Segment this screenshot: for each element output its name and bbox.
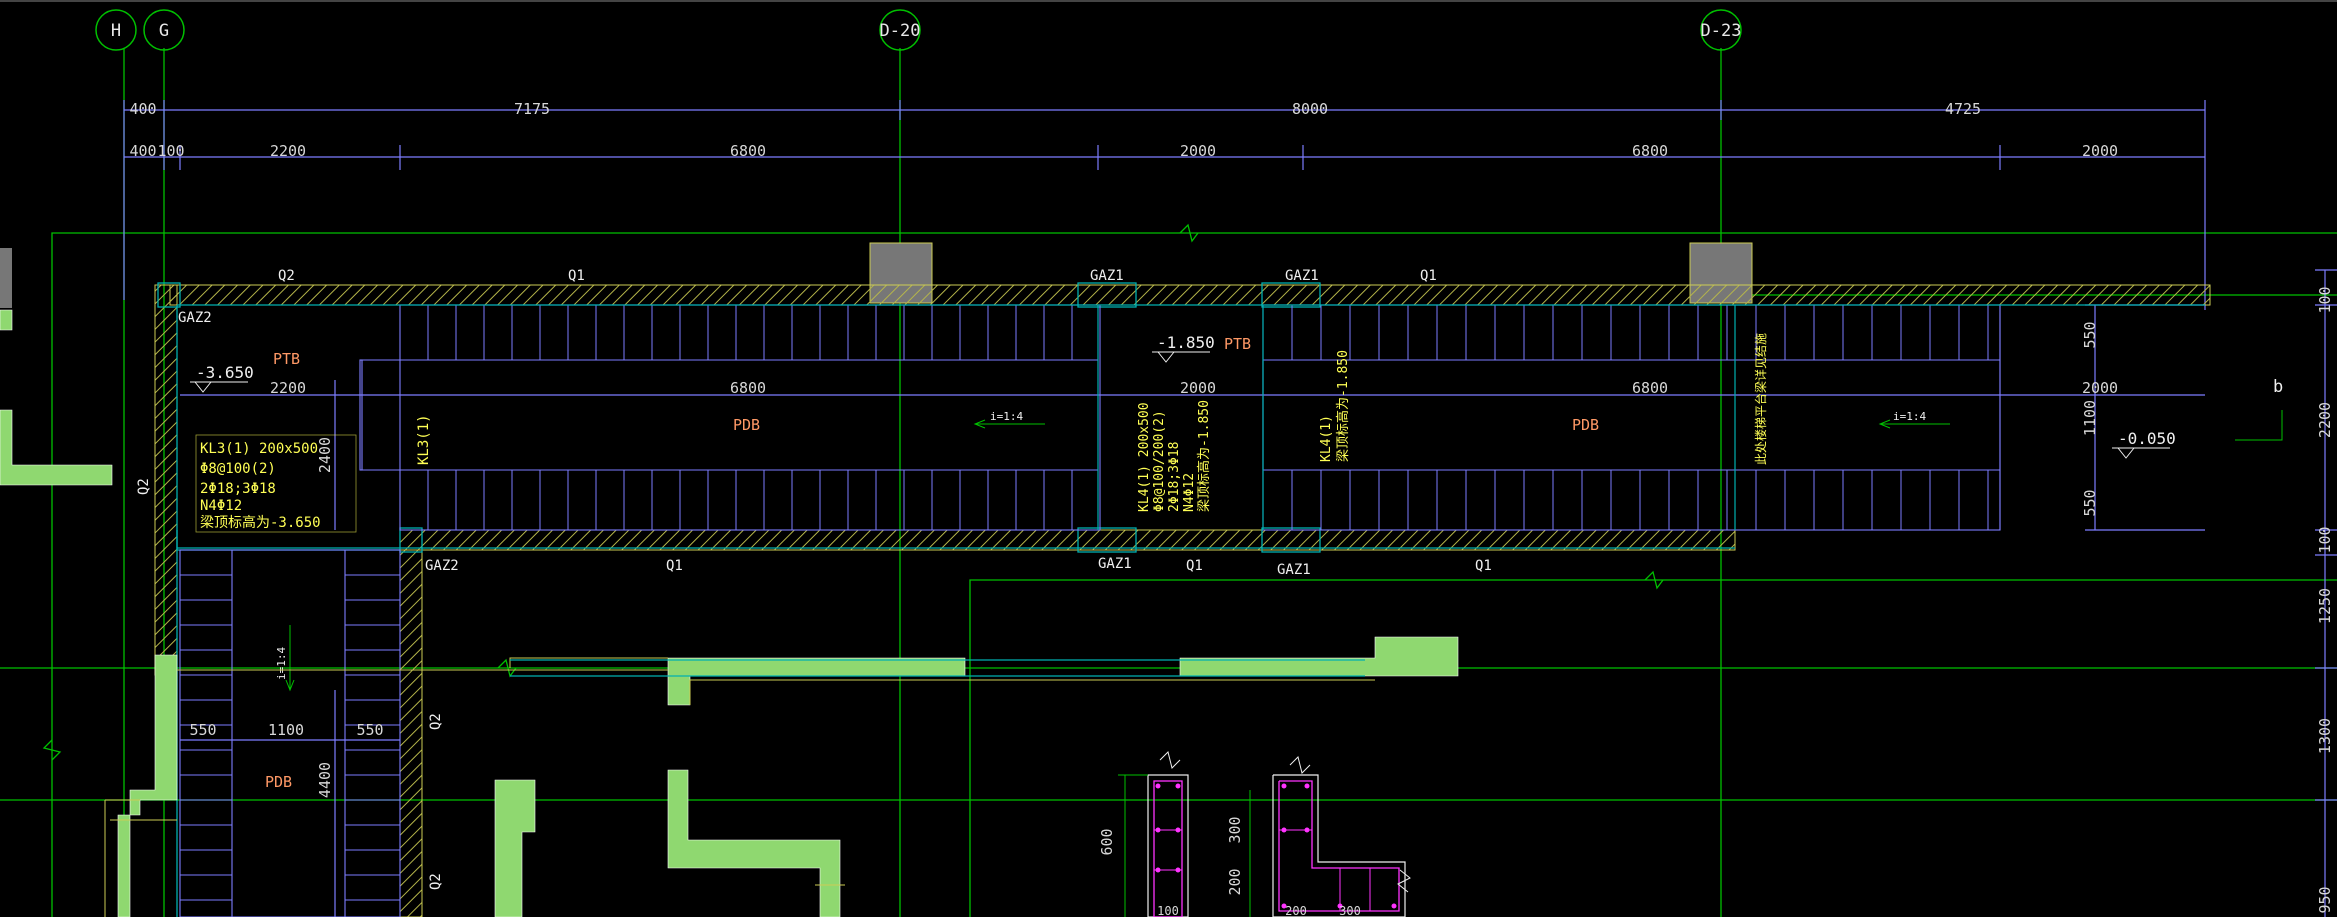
- svg-text:Φ8@100/200(2): Φ8@100/200(2): [1152, 410, 1167, 512]
- dim-mid-5: 2000: [2082, 379, 2118, 397]
- slope-arrow-left: i=1:4: [973, 410, 1045, 429]
- svg-text:梁顶标高为-3.650: 梁顶标高为-3.650: [200, 514, 321, 531]
- label-q1-bottom-mid: Q1: [1186, 558, 1203, 574]
- elevation-3650: -3.650: [190, 363, 254, 393]
- dim-far-100a: 100: [2316, 286, 2334, 313]
- svg-text:2Φ18;3Φ18: 2Φ18;3Φ18: [1167, 442, 1182, 512]
- label-ptb-left: PTB: [273, 350, 300, 368]
- svg-text:2Φ18;3Φ18: 2Φ18;3Φ18: [200, 481, 276, 497]
- label-q2-lower-2: Q2: [428, 873, 444, 890]
- label-q2-top: Q2: [278, 268, 295, 284]
- dim-far-950: 950: [2316, 886, 2334, 913]
- dim-far-1300: 1300: [2316, 718, 2334, 754]
- dim-left-4400: 4400: [316, 762, 334, 798]
- label-pdb-lower: PDB: [265, 773, 292, 791]
- dim-right-550b: 550: [2081, 489, 2099, 516]
- axis-bubble-G: G: [143, 9, 185, 51]
- svg-text:H: H: [111, 21, 121, 41]
- kl4-short-annotation: KL4(1) 梁顶标高为-1.850: [1319, 350, 1351, 462]
- dim-row2-1: 400: [129, 142, 156, 160]
- svg-text:b: b: [2273, 377, 2283, 397]
- column-left-edge: [0, 248, 12, 308]
- dim-row2-5: 2000: [1180, 142, 1216, 160]
- dim-top-2: 7175: [514, 100, 550, 118]
- dim-mid-2: 6800: [730, 379, 766, 397]
- svg-text:i=1:4: i=1:4: [275, 647, 288, 680]
- dim-detail-300b: 300: [1339, 904, 1361, 917]
- dim-detail-200: 200: [1226, 868, 1244, 895]
- slope-arrow-vertical: i=1:4: [275, 625, 295, 692]
- svg-text:i=1:4: i=1:4: [990, 410, 1023, 423]
- label-q1-bottom-right: Q1: [1475, 558, 1492, 574]
- svg-text:i=1:4: i=1:4: [1893, 410, 1926, 423]
- dim-detail-300: 300: [1226, 816, 1244, 843]
- label-pdb-right: PDB: [1572, 416, 1599, 434]
- label-q2-lower-1: Q2: [428, 713, 444, 730]
- axis-bubble-D-20: D-20: [879, 9, 921, 51]
- dim-far-2200: 2200: [2316, 402, 2334, 438]
- svg-text:G: G: [159, 21, 169, 41]
- label-gaz2-bottom: GAZ2: [425, 558, 459, 574]
- kl4-annotation: KL4(1) 200x500 Φ8@100/200(2) 2Φ18;3Φ18 N…: [1137, 400, 1212, 512]
- dim-detail-100: 100: [1157, 904, 1179, 917]
- dim-detail-200b: 200: [1285, 904, 1307, 917]
- dim-right-550a: 550: [2081, 321, 2099, 348]
- dim-bl-2: 1100: [268, 721, 304, 739]
- svg-text:N4Φ12: N4Φ12: [1182, 473, 1197, 512]
- label-kl3: KL3(1): [416, 414, 432, 465]
- elevation-1850: -1.850: [1152, 333, 1215, 363]
- svg-text:D-20: D-20: [880, 21, 921, 41]
- dim-row2-3: 2200: [270, 142, 306, 160]
- svg-text:-0.050: -0.050: [2118, 429, 2176, 448]
- axis-bubble-D-23: D-23: [1700, 9, 1742, 51]
- dim-detail-600: 600: [1098, 828, 1116, 855]
- svg-text:-3.650: -3.650: [196, 363, 254, 382]
- slope-arrow-right: i=1:4: [1878, 410, 1950, 429]
- dim-row2-7: 2000: [2082, 142, 2118, 160]
- cad-drawing-canvas[interactable]: H G D-20 D-23 400 7175 8000 4725 400 100…: [0, 0, 2337, 917]
- label-pdb-left: PDB: [733, 416, 760, 434]
- label-q2-left: Q2: [136, 478, 152, 495]
- svg-text:Φ8@100(2): Φ8@100(2): [200, 461, 276, 477]
- svg-text:梁顶标高为-1.850: 梁顶标高为-1.850: [1335, 350, 1351, 462]
- dim-far-100b: 100: [2316, 526, 2334, 553]
- dim-bl-3: 550: [356, 721, 383, 739]
- axis-bubble-H: H: [95, 9, 137, 51]
- dim-row2-6: 6800: [1632, 142, 1668, 160]
- dim-mid-1: 2200: [270, 379, 306, 397]
- dim-right-1100: 1100: [2081, 400, 2099, 436]
- svg-text:-1.850: -1.850: [1157, 333, 1215, 352]
- dim-left-2400: 2400: [316, 437, 334, 473]
- label-gaz1-c: GAZ1: [1098, 556, 1132, 572]
- label-q1-top-right: Q1: [1420, 268, 1437, 284]
- dim-top-3: 8000: [1292, 100, 1328, 118]
- label-gaz1-d: GAZ1: [1277, 562, 1311, 578]
- detail-section-1: [1118, 751, 1189, 917]
- dim-mid-4: 6800: [1632, 379, 1668, 397]
- svg-text:KL4(1) 200x500: KL4(1) 200x500: [1137, 402, 1152, 512]
- label-gaz1-a: GAZ1: [1090, 268, 1124, 284]
- yellow-outline-lines: [104, 657, 1375, 917]
- dim-mid-3: 2000: [1180, 379, 1216, 397]
- detail-section-2: [1249, 756, 1411, 917]
- svg-text:N4Φ12: N4Φ12: [200, 498, 242, 514]
- svg-text:KL3(1) 200x500: KL3(1) 200x500: [200, 441, 318, 457]
- label-q1-bottom: Q1: [666, 558, 683, 574]
- dim-top-4: 4725: [1945, 100, 1981, 118]
- dim-top-1: 400: [129, 100, 156, 118]
- label-gaz2-top: GAZ2: [178, 310, 212, 326]
- svg-text:KL4(1): KL4(1): [1319, 415, 1334, 462]
- elevation-0050: -0.050: [2112, 429, 2176, 459]
- label-ptb-mid: PTB: [1224, 335, 1251, 353]
- dim-bl-1: 550: [189, 721, 216, 739]
- svg-text:梁顶标高为-1.850: 梁顶标高为-1.850: [1196, 400, 1212, 512]
- axis-marker-b: b: [2235, 377, 2283, 441]
- dim-row2-4: 6800: [730, 142, 766, 160]
- label-q1-top: Q1: [568, 268, 585, 284]
- dim-row2-2: 100: [157, 142, 184, 160]
- svg-text:D-23: D-23: [1701, 21, 1742, 41]
- dim-far-1250: 1250: [2316, 588, 2334, 624]
- label-gaz1-b: GAZ1: [1285, 268, 1319, 284]
- vertical-note: 此处楼梯平台梁详见结施: [1753, 333, 1768, 465]
